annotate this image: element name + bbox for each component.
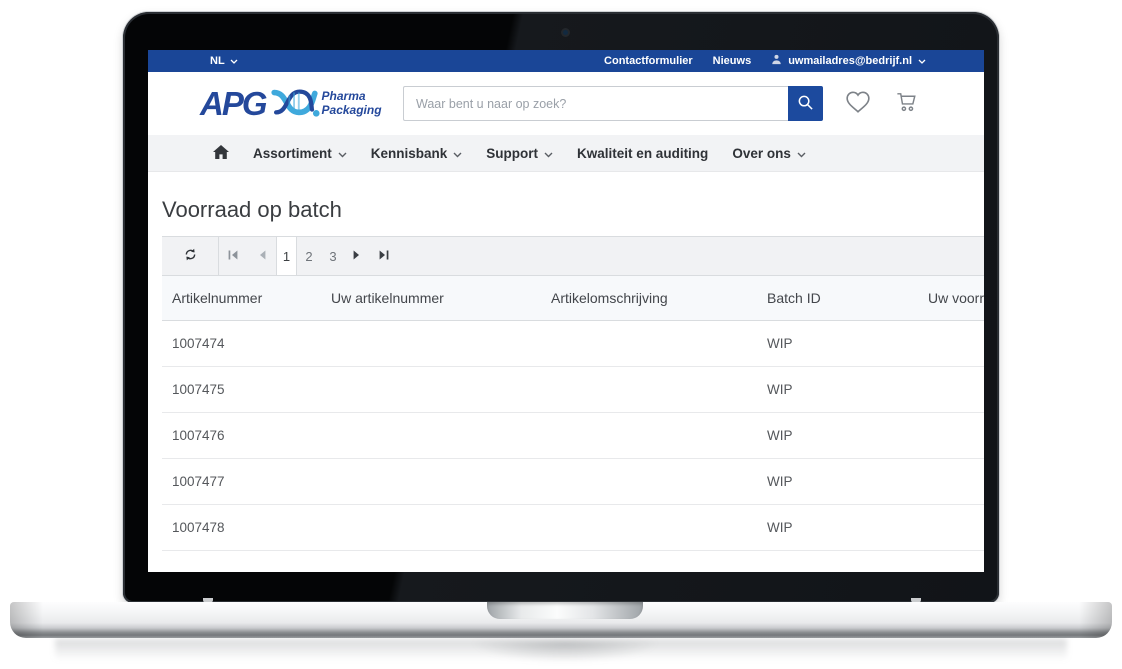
home-icon bbox=[213, 145, 229, 162]
main-nav: Assortiment Kennisbank Support Kwaliteit… bbox=[148, 135, 984, 172]
column-header-batch-id[interactable]: Batch ID bbox=[767, 290, 928, 306]
laptop-bezel: NL Contactformulier Nieuws uwmailadres@b… bbox=[123, 12, 999, 603]
table-row: 1007475 WIP bbox=[162, 367, 984, 413]
nav-item-kennisbank[interactable]: Kennisbank bbox=[371, 146, 463, 161]
logo-tagline-line1: Pharma bbox=[322, 89, 366, 103]
search-bar bbox=[403, 86, 823, 121]
cell-artikelnummer: 1007478 bbox=[172, 520, 331, 535]
search-button[interactable] bbox=[788, 86, 823, 121]
cart-button[interactable] bbox=[894, 90, 919, 117]
refresh-icon bbox=[183, 247, 198, 265]
table-row: 1007476 WIP bbox=[162, 413, 984, 459]
nav-home[interactable] bbox=[213, 145, 229, 162]
table-row: 1007478 WIP bbox=[162, 505, 984, 551]
language-label: NL bbox=[210, 55, 225, 67]
table-header-row: Artikelnummer Uw artikelnummer Artikelom… bbox=[162, 276, 984, 321]
page-title: Voorraad op batch bbox=[162, 195, 984, 225]
cell-batch-id: WIP bbox=[767, 428, 928, 443]
stock-grid: 1 2 3 bbox=[162, 236, 984, 551]
topbar-left: NL bbox=[210, 55, 238, 67]
cart-icon bbox=[894, 90, 919, 117]
logo-tagline-line2: Packaging bbox=[322, 103, 382, 117]
nav-item-label: Support bbox=[486, 146, 538, 161]
site-logo[interactable]: APG Pharma Packaging bbox=[200, 83, 403, 124]
nav-item-over-ons[interactable]: Over ons bbox=[732, 146, 806, 161]
table-row: 1007474 WIP bbox=[162, 321, 984, 367]
chevron-down-icon bbox=[918, 55, 926, 67]
logo-text: APG bbox=[200, 87, 266, 120]
table-row: 1007477 WIP bbox=[162, 459, 984, 505]
chevron-down-icon bbox=[544, 146, 553, 161]
page-button-3[interactable]: 3 bbox=[321, 237, 345, 275]
account-email: uwmailadres@bedrijf.nl bbox=[788, 55, 912, 67]
previous-page-icon bbox=[256, 249, 268, 264]
column-header-uw-artikelnummer[interactable]: Uw artikelnummer bbox=[331, 290, 551, 306]
contact-link[interactable]: Contactformulier bbox=[604, 55, 693, 67]
column-header-artikelnummer[interactable]: Artikelnummer bbox=[172, 290, 331, 306]
cell-artikelnummer: 1007476 bbox=[172, 428, 331, 443]
next-page-icon bbox=[351, 249, 363, 264]
user-icon bbox=[771, 54, 782, 68]
first-page-icon bbox=[227, 249, 239, 264]
main-content: Voorraad op batch bbox=[148, 195, 984, 551]
last-page-icon bbox=[378, 249, 390, 264]
pagination-toolbar: 1 2 3 bbox=[162, 236, 984, 276]
cell-batch-id: WIP bbox=[767, 336, 928, 351]
cell-artikelnummer: 1007477 bbox=[172, 474, 331, 489]
first-page-button[interactable] bbox=[219, 237, 247, 275]
dna-helix-icon bbox=[270, 85, 320, 124]
topbar: NL Contactformulier Nieuws uwmailadres@b… bbox=[148, 50, 984, 72]
previous-page-button[interactable] bbox=[247, 237, 276, 275]
logo-tagline: Pharma Packaging bbox=[322, 90, 382, 118]
nav-item-label: Kwaliteit en auditing bbox=[577, 146, 708, 161]
laptop-camera-icon bbox=[563, 30, 568, 35]
nav-item-kwaliteit[interactable]: Kwaliteit en auditing bbox=[577, 146, 708, 161]
chevron-down-icon bbox=[453, 146, 462, 161]
language-selector[interactable]: NL bbox=[210, 55, 238, 67]
browser-viewport: NL Contactformulier Nieuws uwmailadres@b… bbox=[148, 50, 984, 572]
cell-artikelnummer: 1007474 bbox=[172, 336, 331, 351]
chevron-down-icon bbox=[797, 146, 806, 161]
nav-item-support[interactable]: Support bbox=[486, 146, 553, 161]
laptop-reflection bbox=[470, 641, 660, 663]
nav-item-label: Over ons bbox=[732, 146, 791, 161]
nav-item-label: Kennisbank bbox=[371, 146, 448, 161]
chevron-down-icon bbox=[230, 55, 238, 67]
nav-item-assortiment[interactable]: Assortiment bbox=[253, 146, 347, 161]
column-header-artikelomschrijving[interactable]: Artikelomschrijving bbox=[551, 290, 767, 306]
last-page-button[interactable] bbox=[369, 237, 399, 275]
wishlist-button[interactable] bbox=[845, 90, 871, 117]
heart-icon bbox=[845, 90, 871, 117]
page-button-1[interactable]: 1 bbox=[276, 237, 297, 275]
search-icon bbox=[797, 94, 814, 114]
refresh-button[interactable] bbox=[162, 237, 219, 275]
search-input[interactable] bbox=[403, 86, 788, 121]
column-header-uw-voorraad[interactable]: Uw voorraad bbox=[928, 290, 984, 306]
news-link[interactable]: Nieuws bbox=[713, 55, 752, 67]
next-page-button[interactable] bbox=[345, 237, 369, 275]
page-button-2[interactable]: 2 bbox=[297, 237, 321, 275]
chevron-down-icon bbox=[338, 146, 347, 161]
cell-batch-id: WIP bbox=[767, 520, 928, 535]
cell-artikelnummer: 1007475 bbox=[172, 382, 331, 397]
topbar-right: Contactformulier Nieuws uwmailadres@bedr… bbox=[604, 54, 926, 68]
cell-batch-id: WIP bbox=[767, 474, 928, 489]
nav-item-label: Assortiment bbox=[253, 146, 332, 161]
laptop-thumb-groove bbox=[487, 602, 643, 619]
cell-batch-id: WIP bbox=[767, 382, 928, 397]
site-header: APG Pharma Packaging bbox=[148, 72, 984, 135]
account-menu[interactable]: uwmailadres@bedrijf.nl bbox=[771, 54, 926, 68]
laptop-mockup: NL Contactformulier Nieuws uwmailadres@b… bbox=[0, 0, 1122, 669]
